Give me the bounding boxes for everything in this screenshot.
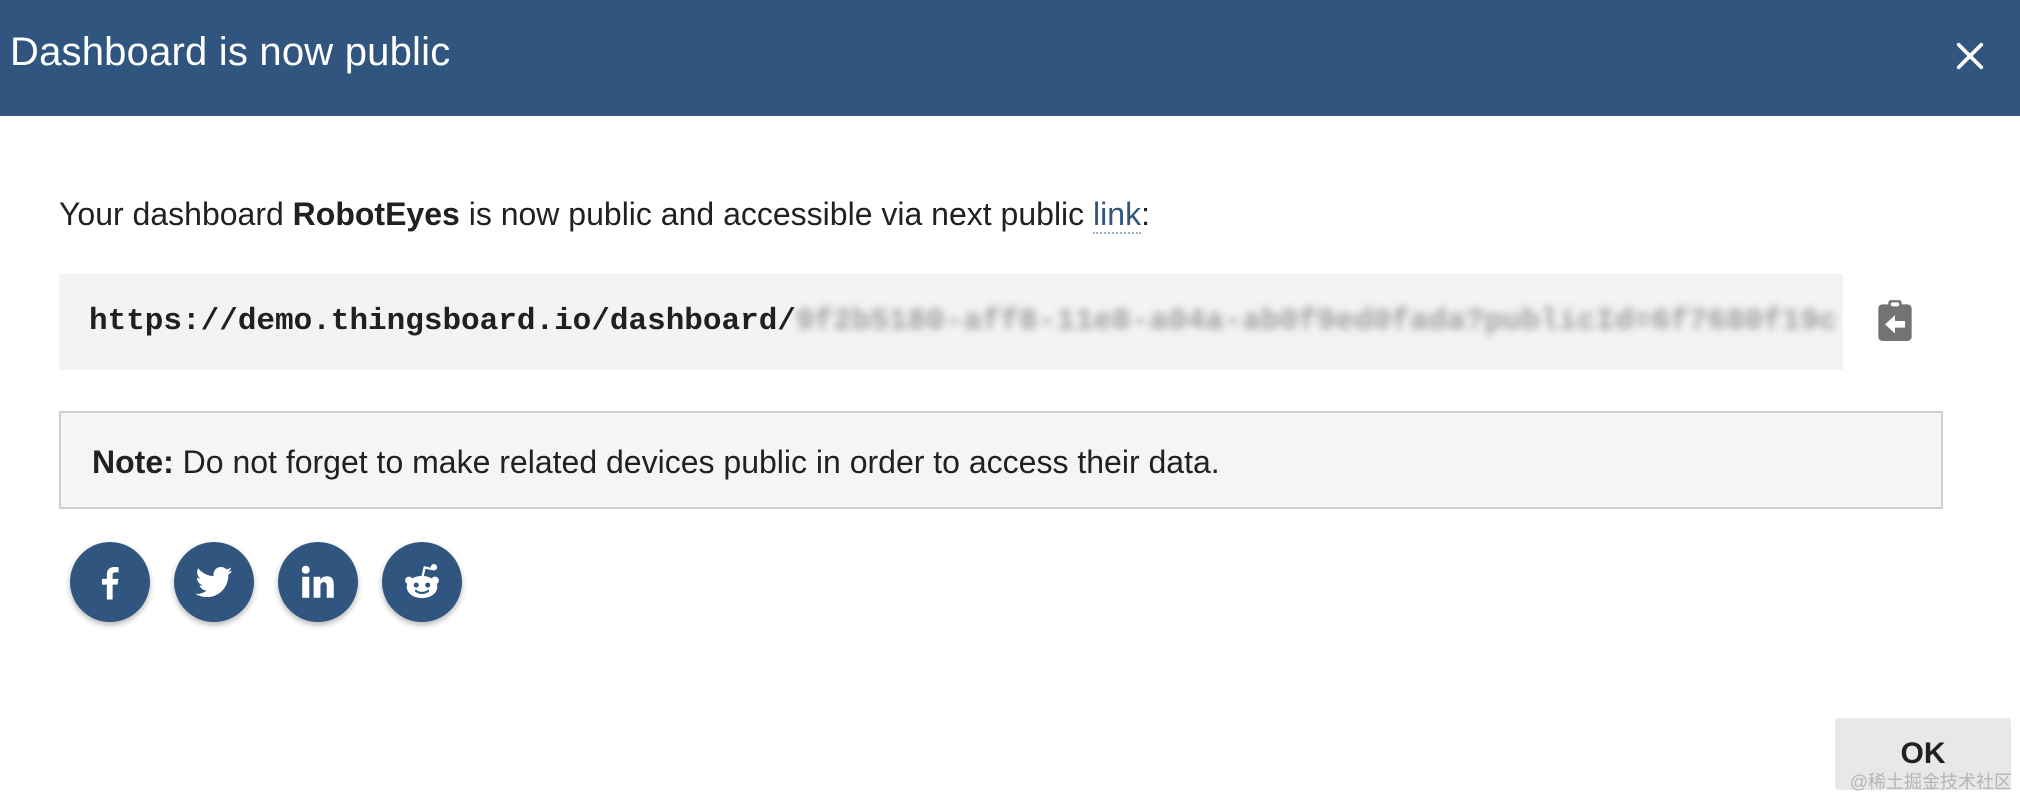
note-box: Note: Do not forget to make related devi… bbox=[59, 411, 1943, 509]
share-facebook-button[interactable] bbox=[70, 542, 150, 622]
copy-url-button[interactable] bbox=[1870, 296, 1920, 346]
note-label: Note: bbox=[92, 444, 174, 480]
watermark: @稀土掘金技术社区 bbox=[1849, 772, 2012, 792]
facebook-icon bbox=[101, 566, 119, 600]
public-link[interactable]: link bbox=[1093, 196, 1142, 234]
close-icon bbox=[1956, 42, 1984, 70]
linkedin-icon bbox=[301, 565, 334, 598]
share-twitter-button[interactable] bbox=[174, 542, 254, 622]
public-dashboard-dialog: Dashboard is now public Your dashboard R… bbox=[0, 0, 2020, 802]
dialog-header: Dashboard is now public bbox=[0, 0, 2020, 116]
clipboard-copy-icon bbox=[1878, 300, 1912, 341]
message-middle: is now public and accessible via next pu… bbox=[459, 196, 1094, 232]
public-url-obscured: 9f2b5180-aff8-11e8-a04a-ab0f9ed0fada?pub… bbox=[795, 304, 1838, 339]
share-linkedin-button[interactable] bbox=[278, 542, 358, 622]
twitter-icon bbox=[195, 566, 233, 598]
dashboard-name: RobotEyes bbox=[292, 196, 460, 232]
message-suffix: : bbox=[1141, 196, 1150, 232]
reddit-icon bbox=[405, 563, 439, 599]
public-url-field[interactable]: https://demo.thingsboard.io/dashboard/9f… bbox=[59, 274, 1843, 370]
close-button[interactable] bbox=[1936, 22, 2004, 90]
public-url-visible: https://demo.thingsboard.io/dashboard/ bbox=[89, 304, 796, 339]
share-reddit-button[interactable] bbox=[382, 542, 462, 622]
public-url-text: https://demo.thingsboard.io/dashboard/9f… bbox=[89, 302, 1838, 342]
message-prefix: Your dashboard bbox=[59, 196, 293, 232]
dialog-title: Dashboard is now public bbox=[10, 30, 451, 74]
public-message: Your dashboard RobotEyes is now public a… bbox=[59, 192, 1150, 236]
note-text: Note: Do not forget to make related devi… bbox=[92, 440, 1220, 484]
note-body: Do not forget to make related devices pu… bbox=[173, 444, 1220, 480]
